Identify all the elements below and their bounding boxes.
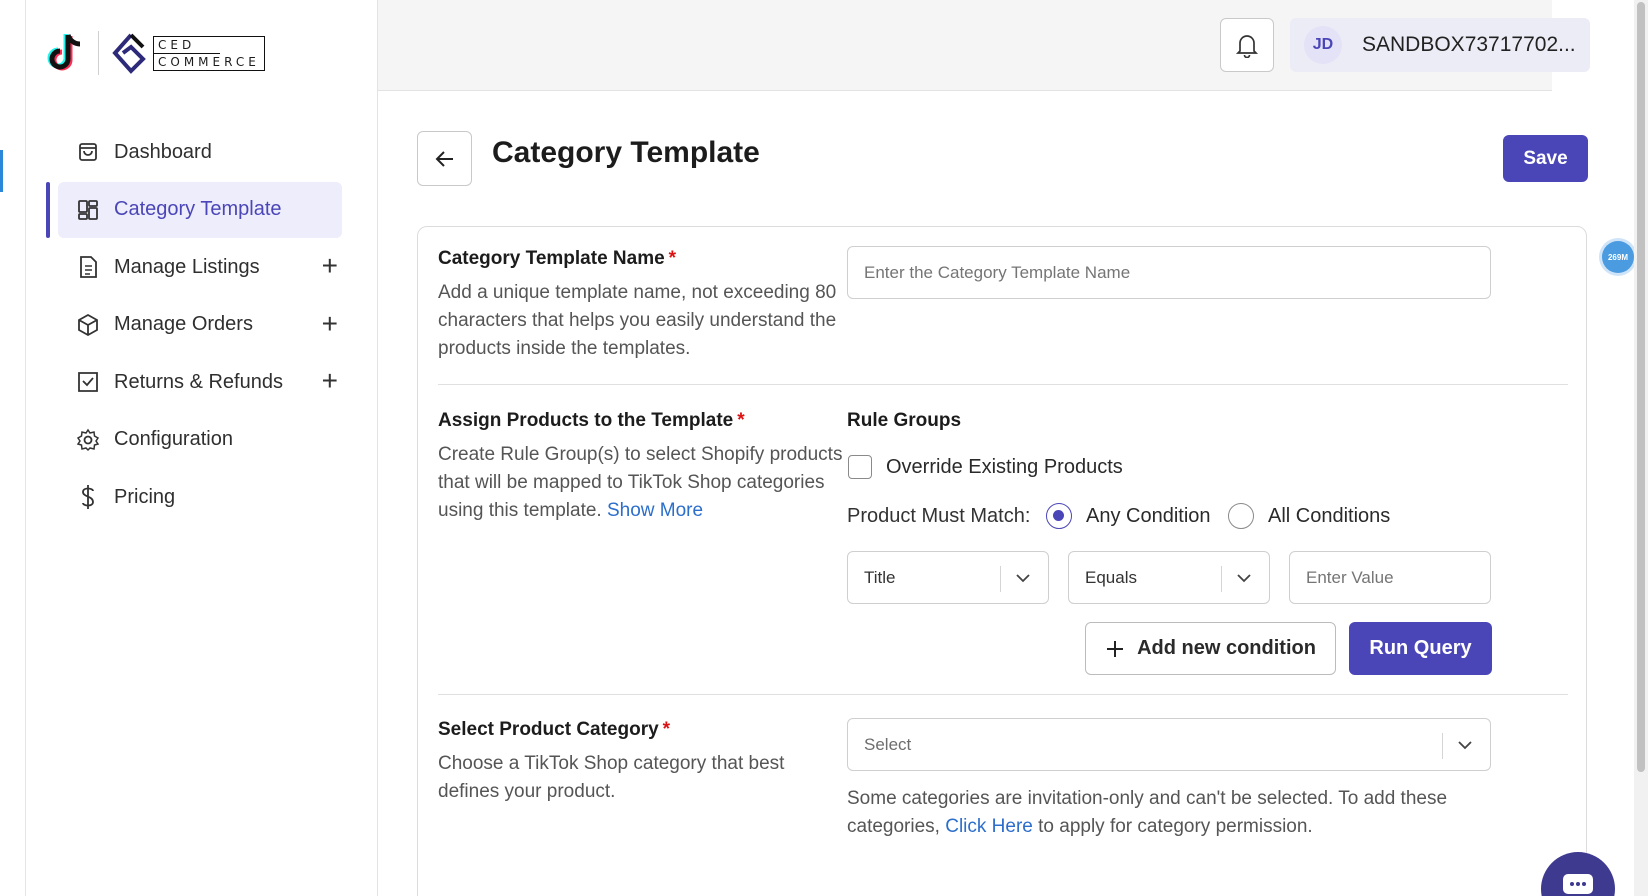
grid-layout-icon [76, 198, 100, 222]
sidebar-item-category-template[interactable]: Category Template [26, 181, 378, 238]
any-condition-label: Any Condition [1086, 505, 1211, 527]
click-here-link[interactable]: Click Here [945, 816, 1033, 837]
product-category-select[interactable]: Select [847, 718, 1491, 771]
any-condition-radio[interactable] [1046, 503, 1072, 529]
logo-divider [98, 31, 99, 75]
chevron-down-icon [1237, 574, 1251, 583]
note-text-after: to apply for category permission. [1038, 816, 1313, 837]
top-bar: JD SANDBOX73717702... [378, 0, 1590, 91]
override-existing-label: Override Existing Products [886, 456, 1123, 478]
bell-icon [1235, 35, 1259, 58]
sidebar-nav: Dashboard Category Template Manage Listi… [26, 124, 378, 527]
sidebar-item-pricing[interactable]: Pricing [26, 469, 378, 525]
condition-field-select[interactable]: Title [847, 551, 1049, 604]
select-divider [1442, 733, 1443, 759]
chevron-down-icon [1458, 741, 1472, 750]
page-title: Category Template [492, 136, 760, 169]
return-box-icon [76, 370, 100, 394]
sidebar-item-label: Returns & Refunds [114, 370, 283, 393]
sidebar-item-returns-refunds[interactable]: Returns & Refunds + [26, 354, 378, 410]
expand-plus-icon[interactable]: + [322, 252, 338, 280]
arrow-left-icon [435, 150, 453, 167]
section-divider [438, 694, 1568, 695]
assign-products-description: Create Rule Group(s) to select Shopify p… [438, 441, 848, 525]
ced-text: CED [154, 37, 220, 54]
product-category-select-value: Select [864, 734, 912, 754]
all-conditions-radio[interactable] [1228, 503, 1254, 529]
sidebar-item-label: Pricing [114, 485, 176, 508]
window-edge [0, 0, 26, 896]
product-category-label-text: Select Product Category [438, 719, 659, 740]
cedcommerce-logo-icon [112, 33, 146, 74]
chevron-down-icon [1016, 574, 1030, 583]
sidebar: CED COMMERCE Dashboard Category Template… [26, 0, 378, 896]
product-category-label: Select Product Category * [438, 719, 848, 741]
sidebar-item-label: Configuration [114, 428, 233, 450]
bag-icon [76, 140, 100, 164]
select-divider [1221, 566, 1222, 592]
template-name-description: Add a unique template name, not exceedin… [438, 282, 837, 359]
condition-operator-select[interactable]: Equals [1068, 551, 1270, 604]
sidebar-item-label: Manage Listings [114, 255, 260, 278]
box-icon [76, 313, 100, 337]
condition-field-value: Title [864, 567, 896, 587]
sidebar-item-manage-orders[interactable]: Manage Orders + [26, 297, 378, 353]
show-more-link[interactable]: Show More [607, 500, 703, 521]
plus-icon [1107, 640, 1124, 657]
commerce-text: COMMERCE [158, 54, 260, 69]
template-name-label: Category Template Name * [438, 248, 848, 270]
add-condition-button[interactable]: Add new condition [1085, 622, 1336, 675]
avatar: JD [1304, 26, 1342, 64]
sidebar-item-manage-listings[interactable]: Manage Listings + [26, 239, 378, 295]
select-divider [1000, 566, 1001, 592]
memory-badge: 269M [1602, 241, 1634, 273]
page-scrollbar[interactable] [1634, 0, 1648, 896]
save-button[interactable]: Save [1503, 135, 1588, 182]
condition-value-input[interactable] [1289, 551, 1491, 604]
condition-operator-value: Equals [1085, 567, 1137, 587]
expand-plus-icon[interactable]: + [322, 309, 338, 337]
user-name: SANDBOX73717702... [1362, 33, 1576, 56]
gear-icon [76, 428, 100, 452]
sidebar-item-configuration[interactable]: Configuration [26, 412, 378, 468]
sidebar-item-dashboard[interactable]: Dashboard [26, 124, 378, 180]
chat-icon [1563, 874, 1593, 894]
edge-marker [0, 150, 3, 192]
required-mark: * [737, 410, 745, 431]
template-name-label-text: Category Template Name [438, 248, 665, 269]
scrollbar-thumb[interactable] [1637, 2, 1645, 772]
assign-products-section: Assign Products to the Template * Create … [438, 410, 848, 525]
add-condition-label: Add new condition [1137, 637, 1316, 659]
expand-plus-icon[interactable]: + [322, 367, 338, 395]
assign-products-label-text: Assign Products to the Template [438, 410, 734, 431]
template-name-section: Category Template Name * Add a unique tem… [438, 248, 848, 363]
required-mark: * [668, 248, 677, 269]
sidebar-item-label: Category Template [114, 198, 282, 220]
sidebar-item-label: Manage Orders [114, 313, 253, 335]
override-existing-checkbox[interactable] [848, 455, 872, 479]
category-permission-note: Some categories are invitation-only and … [847, 785, 1497, 841]
template-form-card: Category Template Name * Add a unique tem… [417, 226, 1587, 896]
run-query-button[interactable]: Run Query [1349, 622, 1492, 675]
all-conditions-label: All Conditions [1268, 505, 1391, 527]
sidebar-item-label: Dashboard [114, 140, 212, 163]
cedcommerce-wordmark: CED COMMERCE [153, 35, 265, 71]
tiktok-logo-icon [47, 34, 81, 71]
assign-products-label: Assign Products to the Template * [438, 410, 848, 432]
back-button[interactable] [417, 131, 472, 186]
document-icon [76, 255, 100, 279]
must-match-label: Product Must Match: [847, 505, 1031, 527]
rule-groups-title: Rule Groups [847, 410, 962, 431]
required-mark: * [662, 719, 671, 740]
product-category-description: Choose a TikTok Shop category that best … [438, 753, 785, 802]
product-category-section: Select Product Category * Choose a TikTok… [438, 719, 848, 806]
dollar-icon [76, 485, 100, 509]
template-name-input[interactable] [847, 246, 1491, 299]
logo: CED COMMERCE [46, 28, 265, 78]
user-menu[interactable]: JD SANDBOX73717702... [1290, 18, 1590, 72]
section-divider [438, 384, 1568, 385]
notifications-button[interactable] [1220, 18, 1274, 72]
